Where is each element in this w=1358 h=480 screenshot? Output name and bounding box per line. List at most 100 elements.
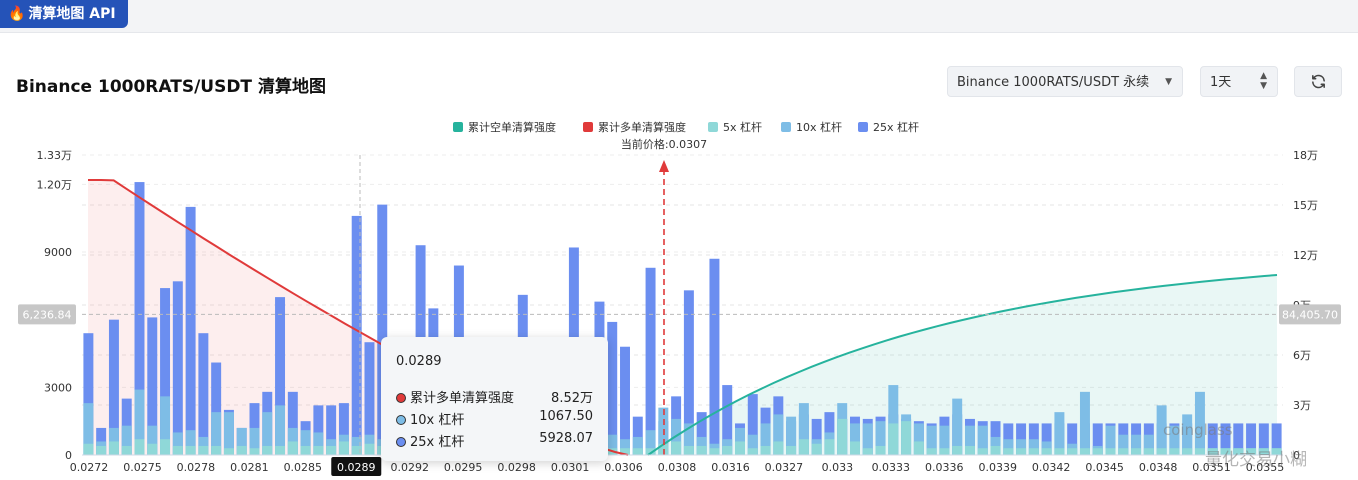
liquidation-chart[interactable]: 03万6万9万12万15万18万0300090001.20万1.33万6,236… [0,0,1358,480]
bar-5x [1003,448,1014,455]
bar-5x [798,439,809,455]
x-tick-label: 0.0301 [551,461,590,474]
bar-5x [83,443,94,455]
bar-10x [1079,391,1090,455]
bar-5x [862,448,873,455]
series-dot [396,414,406,425]
bar-5x [735,441,745,455]
bar-5x [939,448,950,455]
bar-25x [172,281,183,455]
watermark-coinglass: coinglass [1163,421,1233,439]
bar-5x [1028,448,1039,455]
legend-label: 10x 杠杆 [796,120,842,134]
tooltip-row-25x: 25x 杠杆 5928.07 [396,431,593,450]
x-tick-label: 0.0342 [1032,461,1071,474]
tooltip-title: 0.0289 [396,354,442,369]
x-tick-label: 0.0285 [284,461,323,474]
x-tick-label: 0.0295 [444,461,483,474]
bar-5x [837,418,848,455]
legend-label: 25x 杠杆 [873,120,919,134]
current-price-arrow [659,160,669,172]
bar-5x [722,445,733,455]
bar-25x [620,346,630,455]
legend-swatch [453,122,463,132]
bar-5x [990,445,1001,455]
bar-5x [147,443,158,455]
bar-5x [875,445,886,455]
bar-5x [1182,448,1193,455]
x-tick-label: 0.0289 [337,461,376,474]
y-right-tick-label: 15万 [1293,199,1318,212]
tooltip-value: 5928.07 [539,431,593,446]
legend-swatch [781,122,791,132]
bar-5x [364,443,375,455]
bar-5x [952,445,963,455]
bar-5x [683,445,694,455]
y-left-marker-label: 6,236.84 [23,308,72,321]
bar-5x [824,439,835,455]
y-right-tick-label: 6万 [1293,349,1311,362]
bar-5x [1105,448,1116,455]
bar-5x [300,445,311,455]
tooltip-value: 1067.50 [539,409,593,424]
bar-5x [326,445,337,455]
bar-25x [709,258,720,455]
x-tick-label: 0.0292 [390,461,429,474]
bar-5x [121,445,132,455]
x-tick-label: 0.0281 [230,461,269,474]
bar-5x [901,421,912,455]
bar-5x [96,445,107,455]
bar-5x [275,445,286,455]
bar-5x [198,445,209,455]
bar-25x [645,267,656,455]
y-right-tick-label: 3万 [1293,399,1311,412]
y-right-marker-label: 84,405.70 [1282,308,1338,321]
legend-label: 累计空单清算强度 [468,120,556,134]
current-price-label: 当前价格:0.0307 [621,137,707,151]
bar-5x [1156,448,1167,455]
x-tick-label: 0.0275 [123,461,162,474]
series-dot [396,392,406,403]
bar-5x [287,441,298,455]
bar-5x [172,445,183,455]
bar-25x [198,333,209,455]
x-tick-label: 0.0339 [978,461,1017,474]
bar-5x [760,445,771,455]
bar-5x [160,439,171,455]
bar-5x [632,448,643,455]
x-tick-label: 0.0327 [765,461,804,474]
bar-5x [262,445,273,455]
tooltip-row-long: 累计多单清算强度 8.52万 [396,387,593,406]
tooltip-value: 8.52万 [551,391,593,406]
x-tick-label: 0.0316 [711,461,750,474]
bar-5x [671,441,682,455]
bar-5x [1054,448,1065,455]
bar-5x [211,445,222,455]
bar-5x [338,441,349,455]
bar-5x [696,445,707,455]
y-left-tick-label: 1.33万 [37,149,73,162]
bar-5x [1041,448,1052,455]
bar-5x [1143,448,1154,455]
bar-5x [964,445,975,455]
bar-5x [108,441,119,455]
tooltip-label: 累计多单清算强度 [410,391,515,406]
bar-25x [185,206,196,455]
x-tick-label: 0.0272 [70,461,109,474]
bar-5x [236,445,247,455]
legend-label: 累计多单清算强度 [598,120,686,134]
bar-5x [1118,448,1129,455]
bar-5x [926,448,937,455]
bar-5x [1194,448,1205,455]
bar-5x [709,448,720,455]
legend-swatch [708,122,718,132]
x-tick-label: 0.0306 [604,461,643,474]
x-tick-label: 0.0336 [925,461,964,474]
tooltip-row-10x: 10x 杠杆 1067.50 [396,409,593,428]
x-tick-label: 0.0278 [177,461,216,474]
bar-5x [913,441,924,455]
bar-25x [351,215,362,455]
watermark-author: 量化交易小糊 [1205,450,1307,470]
bar-5x [1067,448,1078,455]
legend-label: 5x 杠杆 [723,120,762,134]
